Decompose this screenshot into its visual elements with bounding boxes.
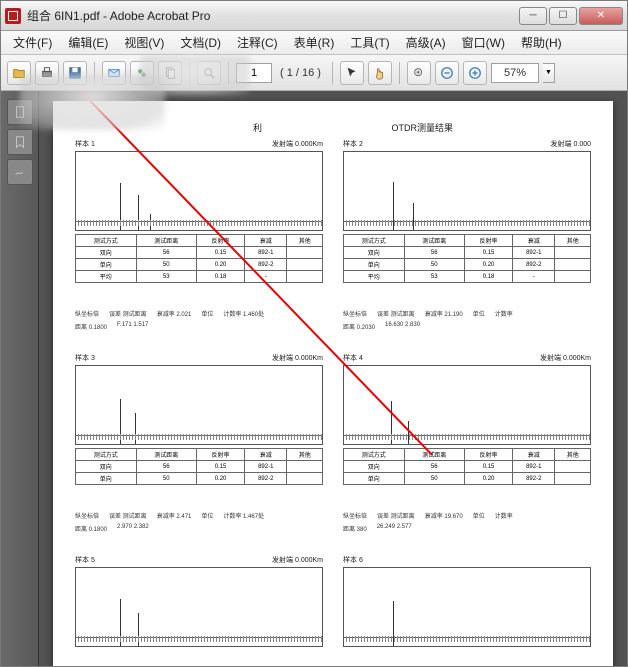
nav-panel [1, 91, 39, 666]
menu-file[interactable]: 文件(F) [5, 31, 60, 54]
pages-thumbnail-button[interactable] [7, 99, 33, 125]
maximize-button[interactable]: ☐ [549, 7, 577, 25]
toolbar-sep2 [189, 62, 190, 84]
chart-row-2: 样本 3 发射端 0.000Km 测试方式测试距离反射率衰减其他 双向560.15… [75, 353, 591, 485]
zoom-in-button[interactable] [463, 61, 487, 85]
save-button[interactable] [63, 61, 87, 85]
zoom-level-display[interactable]: 57% [491, 63, 539, 83]
spectrum-chart [343, 567, 591, 647]
summary-row-2: 纵坐标倍误差 测试距离衰减率 2.471单位计数率 1.467处 距离 0.18… [75, 507, 591, 533]
chart-range: 发射端 0.000Km [272, 139, 323, 149]
page-total-label: ( 1 / 16 ) [276, 67, 325, 79]
data-table: 测试方式测试距离反射率衰减其他 双向560.15892-1 单向500.2089… [343, 234, 591, 283]
chart-panel-2: 样本 2 发射端 0.000 测试方式测试距离反射率衰减其他 双向560.1589… [343, 139, 591, 283]
doc-header-left: 利 [253, 121, 262, 134]
toolbar-sep5 [399, 62, 400, 84]
chart-panel-6: 样本 6 [343, 555, 591, 650]
bookmarks-button[interactable] [7, 129, 33, 155]
collab-button[interactable] [130, 61, 154, 85]
chart-title: 样本 1 [75, 139, 95, 149]
menu-help[interactable]: 帮助(H) [513, 31, 570, 54]
chart-range: 发射端 0.000Km [272, 555, 323, 565]
toolbar-sep [94, 62, 95, 84]
chart-panel-1: 样本 1 发射端 0.000Km 测试方式测试距离反射率衰减其他 双向560.15… [75, 139, 323, 283]
menu-edit[interactable]: 编辑(E) [60, 31, 116, 54]
chart-title: 样本 3 [75, 353, 95, 363]
chart-row-3: 样本 5 发射端 0.000Km 样本 6 [75, 555, 591, 650]
chart-panel-5: 样本 5 发射端 0.000Km [75, 555, 323, 650]
toolbar: ( 1 / 16 ) 57% ▼ [1, 55, 627, 91]
toolbar-sep4 [332, 62, 333, 84]
content-area: 利 OTDR测量结果 样本 1 发射端 0.000Km [1, 91, 627, 666]
menu-document[interactable]: 文档(D) [172, 31, 229, 54]
window-buttons: ─ ☐ ✕ [519, 7, 623, 25]
chart-row-1: 样本 1 发射端 0.000Km 测试方式测试距离反射率衰减其他 双向560.15… [75, 139, 591, 283]
chart-title: 样本 5 [75, 555, 95, 565]
toolbar-sep3 [228, 62, 229, 84]
print-button[interactable] [35, 61, 59, 85]
summary-row-1: 纵坐标倍误差 测试距离衰减率 2.021单位计数率 1.460处 距离 0.18… [75, 305, 591, 331]
email-button[interactable] [102, 61, 126, 85]
minimize-button[interactable]: ─ [519, 7, 547, 25]
menu-window[interactable]: 窗口(W) [454, 31, 513, 54]
doc-header-right: OTDR测量结果 [392, 121, 454, 134]
document-viewport[interactable]: 利 OTDR测量结果 样本 1 发射端 0.000Km [39, 91, 627, 666]
spectrum-chart [75, 567, 323, 647]
menu-tool[interactable]: 工具(T) [342, 31, 397, 54]
spectrum-chart [75, 365, 323, 445]
close-button[interactable]: ✕ [579, 7, 623, 25]
window-title: 组合 6IN1.pdf - Adobe Acrobat Pro [27, 7, 519, 24]
menu-view[interactable]: 视图(V) [116, 31, 172, 54]
open-button[interactable] [7, 61, 31, 85]
spectrum-chart [75, 151, 323, 231]
menu-advanced[interactable]: 高级(A) [398, 31, 454, 54]
app-window: 组合 6IN1.pdf - Adobe Acrobat Pro ─ ☐ ✕ 文件… [0, 0, 628, 667]
spectrum-chart [343, 151, 591, 231]
pages-button[interactable] [158, 61, 182, 85]
marquee-zoom-button[interactable] [407, 61, 431, 85]
select-tool-button[interactable] [340, 61, 364, 85]
chart-title: 样本 6 [343, 555, 363, 565]
zoom-dropdown[interactable]: ▼ [543, 63, 555, 83]
data-table: 测试方式测试距离反射率衰减其他 双向560.15892-1 单向500.2089… [75, 234, 323, 283]
page-number-input[interactable] [236, 63, 272, 83]
chart-range: 发射端 0.000 [551, 139, 591, 149]
chart-range: 发射端 0.000Km [540, 353, 591, 363]
menu-form[interactable]: 表单(R) [286, 31, 343, 54]
chart-panel-4: 样本 4 发射端 0.000Km 测试方式测试距离反射率衰减其他 双向560.15… [343, 353, 591, 485]
spectrum-chart [343, 365, 591, 445]
menu-comment[interactable]: 注释(C) [229, 31, 286, 54]
find-button[interactable] [197, 61, 221, 85]
acrobat-icon [5, 8, 21, 24]
data-table: 测试方式测试距离反射率衰减其他 双向560.15892-1 单向500.2089… [75, 448, 323, 485]
menubar: 文件(F) 编辑(E) 视图(V) 文档(D) 注释(C) 表单(R) 工具(T… [1, 31, 627, 55]
chart-panel-3: 样本 3 发射端 0.000Km 测试方式测试距离反射率衰减其他 双向560.15… [75, 353, 323, 485]
chart-title: 样本 4 [343, 353, 363, 363]
chart-range: 发射端 0.000Km [272, 353, 323, 363]
data-table: 测试方式测试距离反射率衰减其他 双向560.15892-1 单向500.2089… [343, 448, 591, 485]
hand-tool-button[interactable] [368, 61, 392, 85]
signatures-button[interactable] [7, 159, 33, 185]
chart-title: 样本 2 [343, 139, 363, 149]
titlebar: 组合 6IN1.pdf - Adobe Acrobat Pro ─ ☐ ✕ [1, 1, 627, 31]
pdf-page: 利 OTDR测量结果 样本 1 发射端 0.000Km [53, 101, 613, 666]
zoom-out-button[interactable] [435, 61, 459, 85]
